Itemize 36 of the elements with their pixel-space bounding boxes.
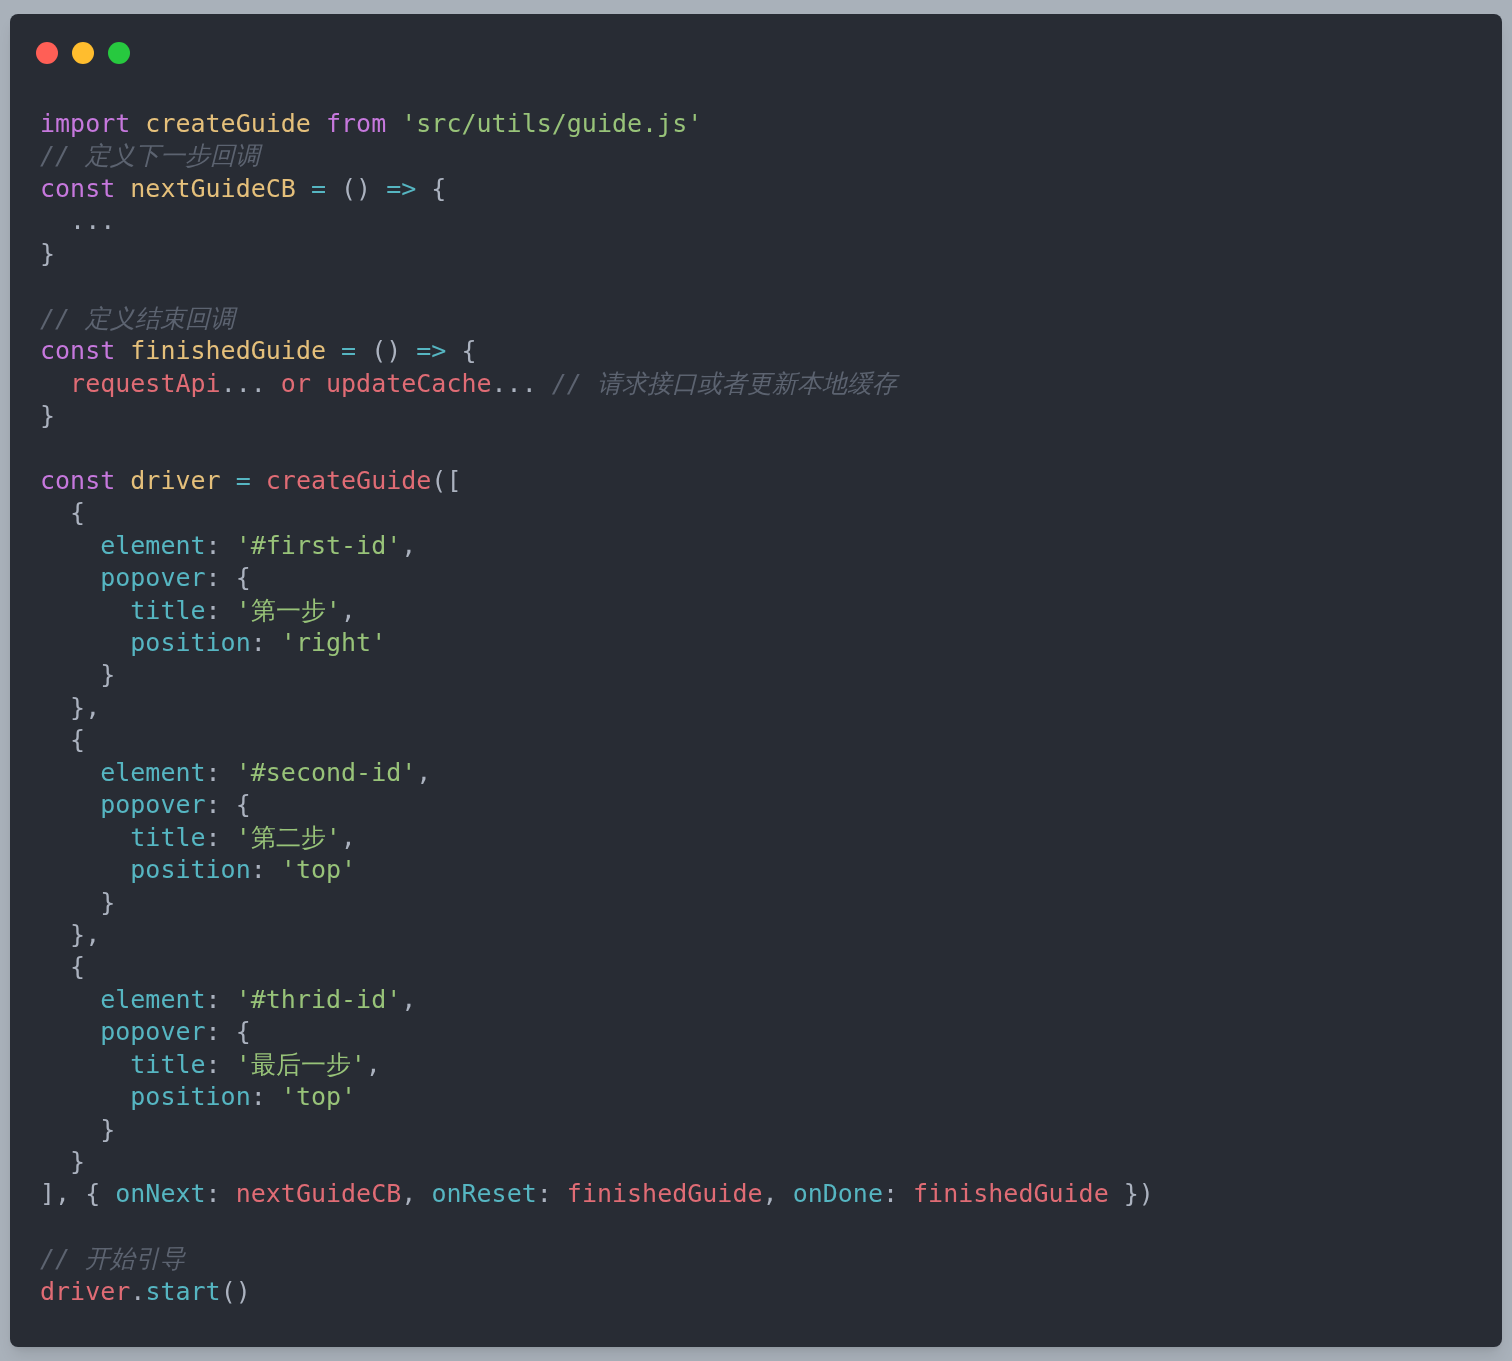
- code-line: // 定义结束回调: [40, 303, 236, 333]
- code-line: popover: {: [99, 563, 251, 593]
- window-control-button[interactable]: [108, 42, 130, 64]
- code-line: ...: [69, 206, 116, 236]
- code-line: const nextGuideCB = () => {: [40, 173, 447, 203]
- window-control-button[interactable]: [36, 42, 58, 64]
- code-line: title: '第一步',: [129, 595, 356, 625]
- code-line: popover: {: [99, 790, 251, 820]
- code-line: {: [69, 725, 86, 755]
- code-line: },: [69, 692, 101, 722]
- code-line: },: [69, 919, 101, 949]
- code-line: title: '第二步',: [129, 822, 356, 852]
- code-line: position: 'right': [129, 628, 387, 657]
- code-line: const finishedGuide = () => {: [40, 336, 477, 366]
- code-line: // 开始引导: [40, 1244, 186, 1274]
- code-line: popover: {: [99, 1017, 251, 1047]
- code-line: title: '最后一步',: [129, 1049, 381, 1079]
- code-line: element: '#thrid-id',: [99, 984, 417, 1014]
- code-line: ], { onNext: nextGuideCB, onReset: finishedGuide, onDone: finishedGuide }): [40, 1179, 1154, 1209]
- code-line: }: [69, 1147, 86, 1176]
- code-line: const driver = createGuide([: [40, 465, 462, 495]
- code-line: }: [40, 400, 56, 430]
- code-line: {: [69, 498, 86, 528]
- code-line: {: [69, 952, 86, 982]
- code-line: element: '#second-id',: [99, 757, 432, 787]
- code-line: driver.start(): [40, 1276, 251, 1306]
- code-line: }: [99, 1114, 116, 1144]
- code-line: position: 'top': [129, 855, 357, 885]
- code-line: }: [99, 887, 116, 917]
- code-line: }: [99, 660, 116, 690]
- code-line: }: [40, 238, 56, 268]
- window-control-button[interactable]: [72, 42, 94, 64]
- code-line: position: 'top': [129, 1082, 357, 1112]
- code-line: element: '#first-id',: [99, 530, 417, 560]
- code-line: // 定义下一步回调: [40, 141, 261, 171]
- code-line: import createGuide from 'src/utils/guide.js': [40, 109, 703, 138]
